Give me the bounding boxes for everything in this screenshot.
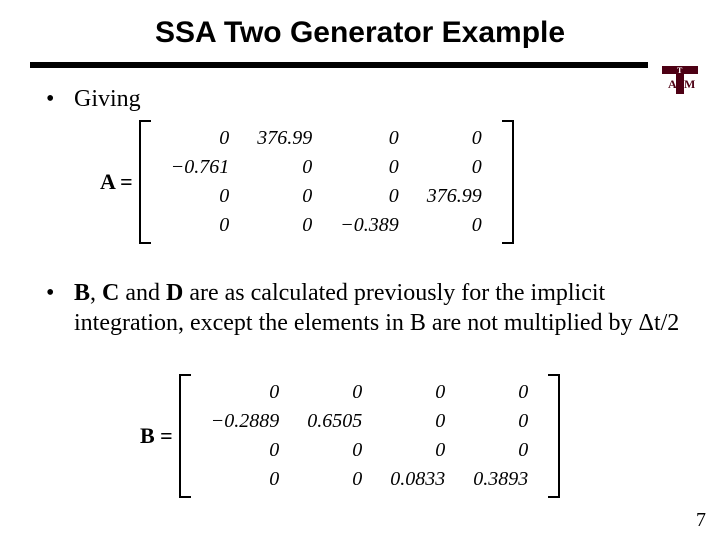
matrix-b-label: B = [140,423,173,449]
bullet-1: • Giving [46,84,666,114]
table-row: 0 0 0 376.99 [157,182,496,211]
svg-text:T: T [677,66,683,75]
bracket-right-icon [502,120,514,244]
matrix-b: B = 0 0 0 0 −0.2889 0.6505 0 0 0 0 0 0 [140,374,560,498]
bullet-1-text: Giving [74,84,666,114]
table-row: −0.2889 0.6505 0 0 [197,407,543,436]
bracket-right-icon [548,374,560,498]
bullet-dot-icon: • [46,278,54,308]
svg-text:A: A [668,77,677,91]
page-number: 7 [696,509,706,532]
table-row: 0 0 −0.389 0 [157,211,496,240]
table-row: 0 376.99 0 0 [157,124,496,153]
matrix-a-label: A = [100,169,133,195]
table-row: 0 0 0.0833 0.3893 [197,465,543,494]
bullet-dot-icon: • [46,84,54,114]
table-row: 0 0 0 0 [197,378,543,407]
bullet-2-text: B, C and D are as calculated previously … [74,278,686,338]
table-row: −0.761 0 0 0 [157,153,496,182]
matrix-a-table: 0 376.99 0 0 −0.761 0 0 0 0 0 0 376.99 0… [157,124,496,240]
matrix-b-table: 0 0 0 0 −0.2889 0.6505 0 0 0 0 0 0 0 0 0… [197,378,543,494]
bullet-2: • B, C and D are as calculated previousl… [46,278,686,338]
title-underline [30,62,648,68]
slide-title: SSA Two Generator Example [0,16,720,50]
table-row: 0 0 0 0 [197,436,543,465]
svg-text:M: M [684,77,695,91]
bracket-left-icon [139,120,151,244]
matrix-a: A = 0 376.99 0 0 −0.761 0 0 0 0 0 0 376.… [100,120,514,244]
bracket-left-icon [179,374,191,498]
slide: SSA Two Generator Example A M T • Giving… [0,0,720,540]
